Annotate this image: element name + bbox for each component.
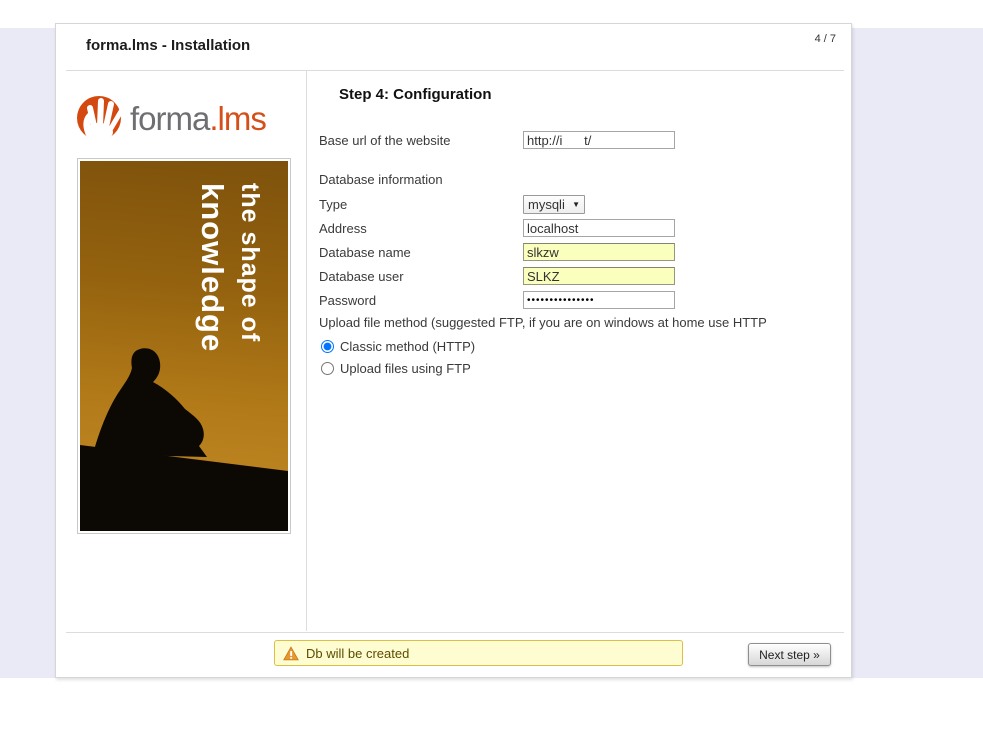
db-name-label: Database name xyxy=(319,245,523,260)
db-password-input[interactable] xyxy=(523,291,675,309)
base-url-label: Base url of the website xyxy=(319,133,523,148)
upload-method-option-http[interactable]: Classic method (HTTP) xyxy=(319,336,475,356)
database-section-label: Database information xyxy=(319,172,443,187)
db-user-row: Database user xyxy=(319,265,675,287)
upload-method-label: Upload file method (suggested FTP, if yo… xyxy=(319,315,767,330)
step-progress-counter: 4 / 7 xyxy=(815,33,836,45)
warning-icon xyxy=(283,646,299,661)
http-radio-label: Classic method (HTTP) xyxy=(340,339,475,354)
hand-logo-icon xyxy=(74,89,128,148)
column-divider xyxy=(306,71,307,631)
page-title: Step 4: Configuration xyxy=(339,86,492,103)
poster-image: the shape of knowledge xyxy=(77,158,291,534)
chevron-down-icon: ▼ xyxy=(572,200,580,209)
upload-method-option-ftp[interactable]: Upload files using FTP xyxy=(319,358,471,378)
header-divider xyxy=(66,70,844,71)
logo-wordmark: forma.lms xyxy=(130,102,266,135)
http-radio[interactable] xyxy=(321,340,334,353)
db-type-label: Type xyxy=(319,197,523,212)
base-url-row: Base url of the website xyxy=(319,129,675,151)
db-address-input[interactable] xyxy=(523,219,675,237)
db-type-row: Type mysqli ▼ xyxy=(319,193,585,215)
poster-tagline: the shape of knowledge xyxy=(197,183,262,352)
base-url-input[interactable] xyxy=(523,131,675,149)
warning-text: Db will be created xyxy=(306,646,409,661)
db-user-input[interactable] xyxy=(523,267,675,285)
warning-message: Db will be created xyxy=(274,640,683,666)
formalms-logo: forma.lms xyxy=(74,90,294,146)
db-user-label: Database user xyxy=(319,269,523,284)
footer-divider xyxy=(66,632,844,633)
db-type-selected-value: mysqli xyxy=(528,197,565,212)
db-name-input[interactable] xyxy=(523,243,675,261)
db-password-label: Password xyxy=(319,293,523,308)
db-name-row: Database name xyxy=(319,241,675,263)
ftp-radio[interactable] xyxy=(321,362,334,375)
db-password-row: Password xyxy=(319,289,675,311)
ftp-radio-label: Upload files using FTP xyxy=(340,361,471,376)
installation-card: forma.lms - Installation 4 / 7 forma.lms xyxy=(55,23,852,678)
next-step-button[interactable]: Next step » xyxy=(748,643,831,666)
db-address-row: Address xyxy=(319,217,675,239)
db-address-label: Address xyxy=(319,221,523,236)
window-title: forma.lms - Installation xyxy=(86,37,250,54)
db-type-select[interactable]: mysqli ▼ xyxy=(523,195,585,214)
